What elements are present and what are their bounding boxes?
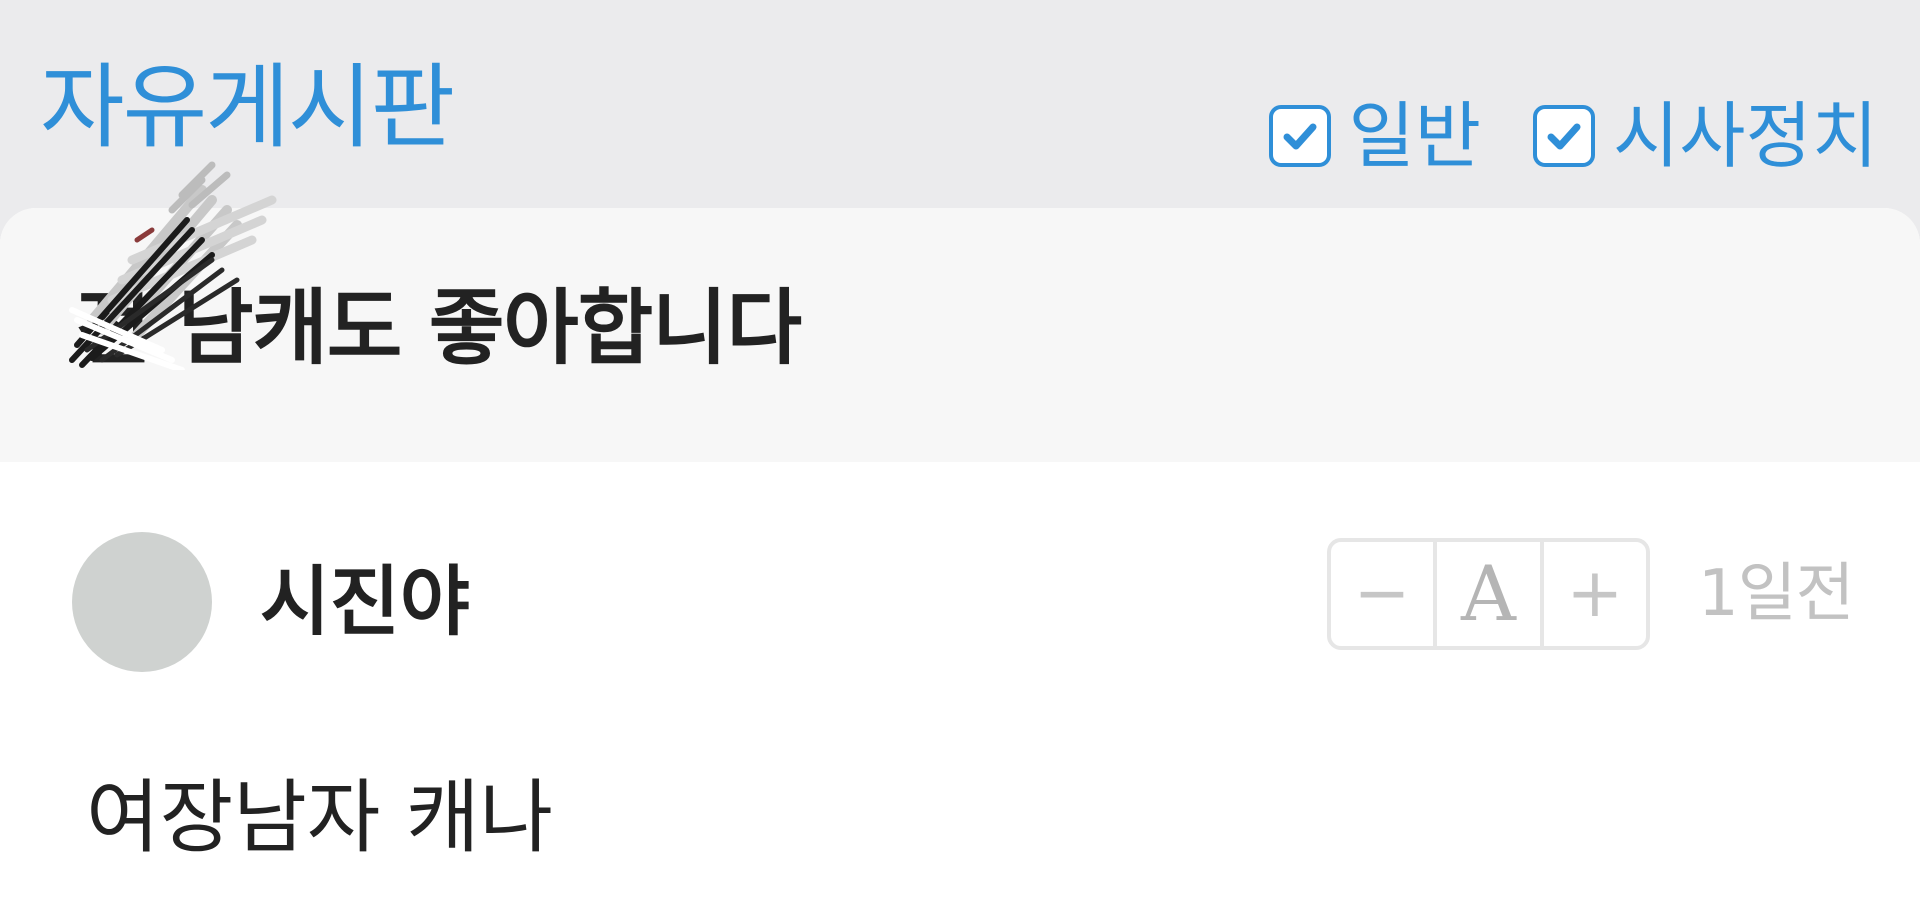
category-filters: 일반 시사정치 xyxy=(1268,94,1878,178)
post-meta: 시진야 − A + 1일전 xyxy=(0,462,1920,682)
filter-politics-checkbox[interactable] xyxy=(1533,105,1596,167)
filter-general-checkbox[interactable] xyxy=(1268,105,1331,167)
post-body: 여장남자 캐나 xyxy=(86,771,554,864)
app: 자유게시판 일반 시사정치 전 남캐도 좋아합니다 시진야 − A + 1일전 … xyxy=(0,0,1920,917)
font-increase-button[interactable]: + xyxy=(1539,542,1646,646)
board-title[interactable]: 자유게시판 xyxy=(40,62,455,154)
redaction-scribble xyxy=(69,161,277,370)
filter-general[interactable]: 일반 xyxy=(1268,94,1482,178)
filter-general-label: 일반 xyxy=(1348,94,1482,178)
check-icon xyxy=(1547,123,1581,150)
check-icon xyxy=(1283,123,1317,150)
author-name[interactable]: 시진야 xyxy=(260,564,470,640)
font-decrease-button[interactable]: − xyxy=(1331,542,1433,646)
font-reset-button[interactable]: A xyxy=(1433,542,1539,646)
avatar[interactable] xyxy=(72,532,212,672)
filter-politics-label: 시사정치 xyxy=(1613,94,1878,178)
font-size-controls: − A + xyxy=(1327,538,1650,650)
filter-politics[interactable]: 시사정치 xyxy=(1533,100,1878,172)
post-time: 1일전 xyxy=(1698,557,1854,631)
